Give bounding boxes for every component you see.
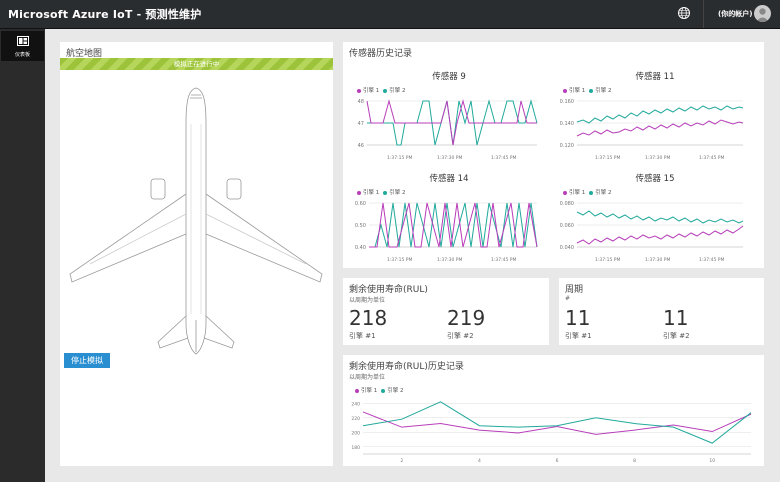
cycles-title: 周期 bbox=[565, 285, 584, 295]
sensor-9-chart: 传感器 9 引擎 1 引擎 2 48 47 46 1:37:15 PM 1:37:… bbox=[351, 70, 547, 162]
xtick: 1:37:45 PM bbox=[699, 155, 724, 161]
ytick: 47 bbox=[358, 121, 364, 127]
ytick-label: 180 bbox=[351, 445, 360, 451]
dashboard-icon bbox=[16, 36, 29, 46]
sensor-14-chart: 传感器 14 引擎 1 引擎 2 0.60 0.50 0.40 1:37:15 P… bbox=[351, 172, 547, 264]
ytick-label: 240 bbox=[351, 401, 360, 407]
ytick: 0.040 bbox=[560, 245, 574, 251]
cycles-engine-1-label: 引擎 #1 bbox=[565, 332, 592, 340]
sensor-history-card: 传感器历史记录 传感器 9 引擎 1 引擎 2 48 47 46 1:37:15 … bbox=[343, 42, 764, 268]
rul-card: 剩余使用寿命(RUL) 以周期为单位 218 引擎 #1 219 引擎 #2 bbox=[343, 278, 549, 345]
rul-engine-2-label: 引擎 #2 bbox=[447, 332, 474, 340]
divider bbox=[703, 0, 704, 28]
series-line-engine-1 bbox=[362, 411, 752, 435]
sensor-15-plot: 0.080 0.060 0.040 1:37:15 PM 1:37:30 PM … bbox=[560, 201, 744, 263]
ytick: 48 bbox=[358, 99, 364, 105]
legend-engine-2: 引擎 2 bbox=[595, 190, 612, 196]
top-bar: Microsoft Azure IoT - 预测性维护 (你的帐户) bbox=[0, 0, 780, 29]
xtick: 1:37:45 PM bbox=[491, 155, 516, 161]
rul-history-plot: 240 220 200 180 2 4 6 8 10 bbox=[351, 401, 752, 464]
legend-engine-1: 引擎 1 bbox=[569, 190, 586, 196]
legend-engine-2: 引擎 2 bbox=[389, 190, 406, 196]
ytick-label: 200 bbox=[351, 430, 360, 436]
rul-history-card: 剩余使用寿命(RUL)历史记录 以周期为单位 引擎 1 引擎 2 240 220 20… bbox=[343, 355, 764, 466]
rul-history-title: 剩余使用寿命(RUL)历史记录 bbox=[349, 362, 464, 372]
xtick: 1:37:15 PM bbox=[595, 155, 620, 161]
rul-engine-1-value: 218 bbox=[349, 306, 388, 330]
sensor-11-legend: 引擎 1 引擎 2 bbox=[559, 86, 612, 94]
sensor-14-legend: 引擎 1 引擎 2 bbox=[353, 188, 406, 196]
app-title: Microsoft Azure IoT - 预测性维护 bbox=[8, 8, 202, 21]
ytick: 0.080 bbox=[560, 201, 574, 207]
side-nav: 仪表板 bbox=[0, 29, 45, 482]
xtick-label: 2 bbox=[400, 458, 403, 464]
sensor-history-title: 传感器历史记录 bbox=[349, 49, 413, 59]
rul-engine-1-label: 引擎 #1 bbox=[349, 332, 376, 340]
sensor-15-legend: 引擎 1 引擎 2 bbox=[559, 188, 612, 196]
rul-history-subtitle: 以周期为单位 bbox=[349, 374, 386, 381]
dashboard-content: 航空地图 模拟正在进行中 停止模拟 传感器历史记录 传感器 9 引擎 1 引擎 … bbox=[45, 29, 780, 482]
ytick: 0.060 bbox=[560, 223, 574, 229]
airplane-diagram bbox=[69, 87, 323, 355]
sensor-14-plot: 0.60 0.50 0.40 1:37:15 PM 1:37:30 PM 1:3… bbox=[355, 201, 538, 263]
sensor-11-chart: 传感器 11 引擎 1 引擎 2 0.160 0.140 0.120 1:37:1… bbox=[557, 70, 753, 162]
globe-icon[interactable] bbox=[677, 6, 691, 20]
xtick: 1:37:30 PM bbox=[437, 155, 462, 161]
nav-dashboard[interactable]: 仪表板 bbox=[1, 31, 44, 61]
ytick: 0.160 bbox=[560, 99, 574, 105]
ytick-label: 220 bbox=[351, 416, 360, 422]
rul-subtitle: 以周期为单位 bbox=[349, 297, 386, 304]
xtick: 1:37:15 PM bbox=[387, 155, 412, 161]
xtick: 1:37:15 PM bbox=[387, 257, 412, 263]
xtick: 1:37:45 PM bbox=[491, 257, 516, 263]
xtick-label: 10 bbox=[709, 458, 715, 464]
sensor-15-chart: 传感器 15 引擎 1 引擎 2 0.080 0.060 0.040 1:37:1… bbox=[557, 172, 753, 264]
sensor-11-plot: 0.160 0.140 0.120 1:37:15 PM 1:37:30 PM … bbox=[560, 99, 744, 161]
ytick: 0.120 bbox=[560, 143, 574, 149]
ytick: 0.140 bbox=[560, 121, 574, 127]
legend-engine-2: 引擎 2 bbox=[389, 88, 406, 94]
sensor-9-legend: 引擎 1 引擎 2 bbox=[353, 86, 406, 94]
user-icon bbox=[756, 8, 769, 22]
xtick-label: 6 bbox=[556, 458, 559, 464]
ytick: 0.60 bbox=[355, 201, 366, 207]
ytick: 0.40 bbox=[355, 245, 366, 251]
xtick: 1:37:30 PM bbox=[645, 155, 670, 161]
legend-engine-1: 引擎 1 bbox=[363, 190, 380, 196]
cycles-engine-2-value: 11 bbox=[663, 306, 689, 330]
series-line-engine-2 bbox=[362, 401, 752, 444]
legend-engine-1: 引擎 1 bbox=[569, 88, 586, 94]
sensor-9-title: 传感器 9 bbox=[432, 72, 466, 82]
nav-dashboard-label: 仪表板 bbox=[14, 52, 30, 58]
sensor-14-title: 传感器 14 bbox=[429, 174, 469, 184]
xtick-label: 8 bbox=[633, 458, 636, 464]
flight-map-card: 航空地图 模拟正在进行中 停止模拟 bbox=[60, 42, 333, 466]
rul-engine-2-value: 219 bbox=[447, 306, 486, 330]
avatar[interactable] bbox=[754, 5, 771, 22]
cycles-engine-2-label: 引擎 #2 bbox=[663, 332, 690, 340]
xtick: 1:37:30 PM bbox=[645, 257, 670, 263]
xtick: 1:37:45 PM bbox=[699, 257, 724, 263]
legend-engine-1: 引擎 1 bbox=[363, 88, 380, 94]
account-name[interactable]: (你的帐户) bbox=[718, 9, 752, 19]
rul-title: 剩余使用寿命(RUL) bbox=[349, 285, 428, 295]
sensor-9-plot: 48 47 46 1:37:15 PM 1:37:30 PM 1:37:45 P… bbox=[358, 99, 538, 161]
simulation-banner: 模拟正在进行中 bbox=[60, 58, 333, 70]
xtick-label: 4 bbox=[478, 458, 481, 464]
ytick: 0.50 bbox=[355, 223, 366, 229]
stop-simulation-button[interactable]: 停止模拟 bbox=[64, 353, 110, 368]
sensor-11-title: 传感器 11 bbox=[635, 72, 675, 82]
rul-history-legend: 引擎 1 引擎 2 bbox=[351, 386, 404, 394]
cycles-subtitle: # bbox=[565, 295, 571, 302]
sensor-15-title: 传感器 15 bbox=[635, 174, 675, 184]
xtick: 1:37:30 PM bbox=[437, 257, 462, 263]
legend-engine-2: 引擎 2 bbox=[595, 88, 612, 94]
cycles-card: 周期 # 11 引擎 #1 11 引擎 #2 bbox=[559, 278, 764, 345]
xtick: 1:37:15 PM bbox=[595, 257, 620, 263]
cycles-engine-1-value: 11 bbox=[565, 306, 591, 330]
ytick: 46 bbox=[358, 143, 364, 149]
